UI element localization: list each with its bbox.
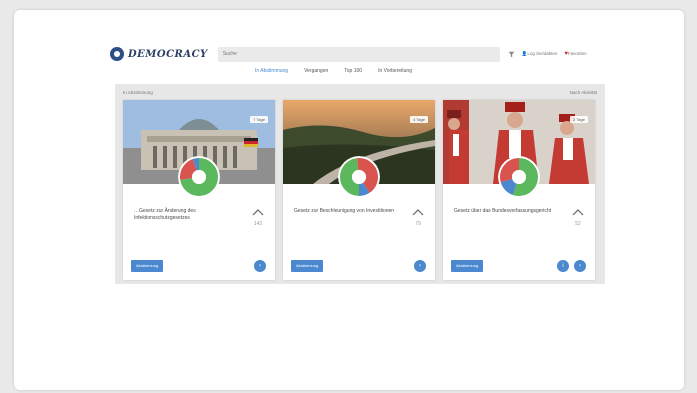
favorites-link[interactable]: ♥Favoriten xyxy=(564,51,586,57)
upvote-arrow-icon[interactable] xyxy=(412,209,424,216)
logo-text: DEMOCRACY xyxy=(128,48,208,60)
procedure-card[interactable]: 2 Tage Gesetz über das Bundesverfassungs… xyxy=(443,100,595,280)
tab-in-vorbereitung[interactable]: In Vorbereitung xyxy=(378,68,412,74)
card-title[interactable]: …Gesetz zur Änderung des Infektionsschut… xyxy=(134,208,244,222)
user-menu[interactable]: 👤Log Sie/dakten xyxy=(522,51,558,57)
tab-top-100[interactable]: Top 100 xyxy=(344,68,362,74)
app-header: DEMOCRACY 👤Log Sie/dakten ♥Favoriten xyxy=(110,43,610,65)
nav-tabs: In Abstimmung Vergangen Top 100 In Vorbe… xyxy=(255,68,412,74)
vote-button[interactable]: Abstimmung xyxy=(291,260,324,272)
vote-count: 79 xyxy=(415,221,421,227)
deadline-badge: 7 Tage xyxy=(250,116,268,123)
vote-button[interactable]: Abstimmung xyxy=(131,260,164,272)
list-toolbar: In Abstimmung Nach Aktivität xyxy=(123,87,597,97)
card-title[interactable]: Gesetz über das Bundesverfassungsgericht xyxy=(454,208,564,215)
logo[interactable]: DEMOCRACY xyxy=(110,47,208,61)
filter-icon[interactable] xyxy=(508,51,515,58)
info-icon[interactable]: i xyxy=(557,260,569,272)
procedure-card[interactable]: 4 Tage Gesetz zur Beschleunigung von Inv… xyxy=(283,100,435,280)
card-title[interactable]: Gesetz zur Beschleunigung von Investitio… xyxy=(294,208,404,215)
details-icon[interactable]: › xyxy=(254,260,266,272)
upvote-arrow-icon[interactable] xyxy=(252,209,264,216)
details-icon[interactable]: › xyxy=(414,260,426,272)
upvote-arrow-icon[interactable] xyxy=(572,209,584,216)
main-content: In Abstimmung Nach Aktivität 7 Tage …Ges… xyxy=(115,84,605,284)
vote-button[interactable]: Abstimmung xyxy=(451,260,484,272)
vote-donut-chart xyxy=(178,156,220,198)
deadline-badge: 2 Tage xyxy=(570,116,588,123)
tab-in-abstimmung[interactable]: In Abstimmung xyxy=(255,68,288,74)
vote-donut-chart xyxy=(338,156,380,198)
vote-counter[interactable]: 52 xyxy=(572,203,584,227)
vote-counter[interactable]: 142 xyxy=(252,203,264,227)
procedure-card[interactable]: 7 Tage …Gesetz zur Änderung des Infektio… xyxy=(123,100,275,280)
deadline-badge: 4 Tage xyxy=(410,116,428,123)
vote-count: 142 xyxy=(253,221,263,227)
sort-dropdown[interactable]: Nach Aktivität xyxy=(570,90,597,95)
vote-donut-chart xyxy=(498,156,540,198)
details-icon[interactable]: › xyxy=(574,260,586,272)
search-input[interactable] xyxy=(217,46,500,62)
vote-count: 52 xyxy=(575,221,581,227)
tab-vergangen[interactable]: Vergangen xyxy=(304,68,328,74)
user-label: Log Sie/dakten xyxy=(527,51,558,56)
favorites-label: Favoriten xyxy=(567,51,587,56)
section-label: In Abstimmung xyxy=(123,89,153,95)
vote-counter[interactable]: 79 xyxy=(412,203,424,227)
logo-icon xyxy=(110,47,124,61)
